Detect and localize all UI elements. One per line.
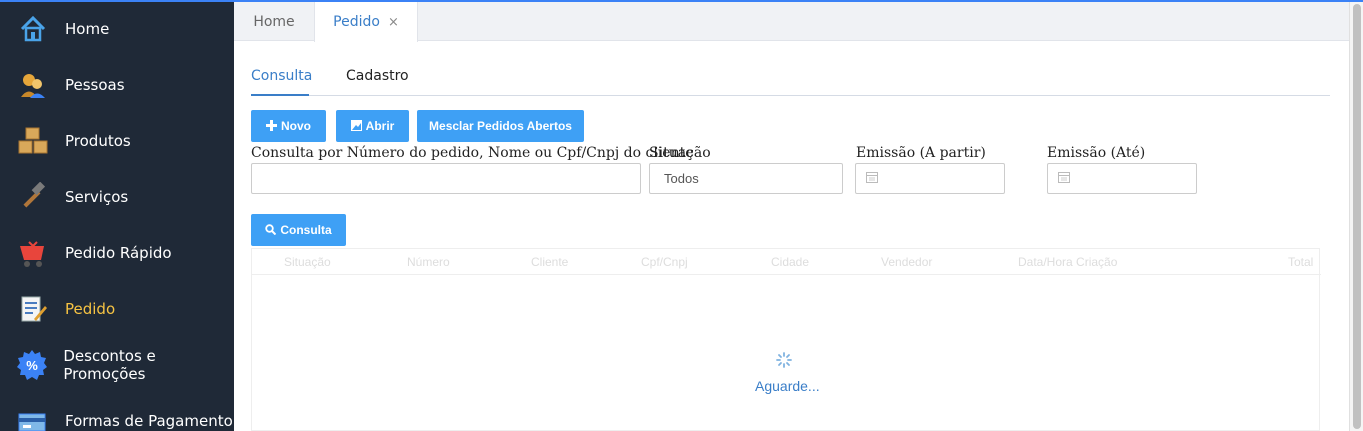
sidebar-item-label: Home [65,20,110,38]
column-header-vendedor: Vendedor [881,255,933,269]
consulta-button-label: Consulta [280,223,332,237]
sidebar-item-formas-pagamento[interactable]: Formas de Pagamento [0,393,234,431]
boxes-icon [16,124,50,158]
sidebar-item-home[interactable]: Home [0,1,234,57]
tab-bar: Home Pedido × [234,2,1349,42]
emissao-to-field[interactable] [1047,163,1197,194]
tab-pedido[interactable]: Pedido × [314,2,418,42]
sidebar-item-pessoas[interactable]: Pessoas [0,57,234,113]
subtabs: Consulta Cadastro [251,62,1330,96]
sidebar-item-pedido-rapido[interactable]: Pedido Rápido [0,225,234,281]
search-icon [265,223,277,238]
hammer-icon [16,180,50,214]
people-icon [16,68,50,102]
sidebar-item-label: Serviços [65,188,129,206]
sidebar-item-label: Descontos e Promoções [63,347,156,383]
tab-home[interactable]: Home [234,2,314,41]
column-header-situacao: Situação [284,255,331,269]
column-header-cpf-cnpj: Cpf/Cnpj [641,255,688,269]
tab-pedido-label: Pedido [333,14,380,30]
novo-button[interactable]: Novo [251,110,326,142]
sidebar-item-label: Produtos [65,132,131,150]
column-header-cidade: Cidade [771,255,810,269]
column-header-total: Total [1288,255,1314,269]
document-edit-icon [16,292,50,326]
column-header-data-hora: Data/Hora Criação [1018,255,1118,269]
sidebar-item-label: Pedido [65,300,116,318]
consulta-button[interactable]: Consulta [251,214,346,246]
novo-button-label: Novo [281,119,311,133]
loading-spinner-icon [776,352,792,371]
mesclar-button-label: Mesclar Pedidos Abertos [429,119,572,133]
sidebar-item-servicos[interactable]: Serviços [0,169,234,225]
scrollbar-thumb[interactable] [1353,4,1361,429]
abrir-button[interactable]: Abrir [336,110,409,142]
cart-icon [16,236,50,270]
close-icon[interactable]: × [388,15,399,30]
column-header-numero: Número [407,255,450,269]
sidebar-item-produtos[interactable]: Produtos [0,113,234,169]
main-content: Home Pedido × Consulta Cadastro Novo Abr… [234,0,1363,431]
emissao-to-label: Emissão (Até) [1047,145,1146,161]
image-icon [350,119,362,134]
emissao-from-label: Emissão (A partir) [856,145,986,161]
calendar-icon [866,171,878,186]
search-input[interactable] [251,163,641,194]
sidebar-item-pedido[interactable]: Pedido [0,281,234,337]
vertical-scrollbar[interactable] [1349,2,1363,431]
situacao-label: Situação [649,145,711,161]
results-grid: Situação Número Cliente Cpf/Cnpj Cidade … [251,248,1321,431]
sidebar-item-descontos[interactable]: % Descontos e Promoções [0,337,234,393]
situacao-select-value: Todos [664,171,699,186]
sidebar: Home Pessoas Produtos Serviços Pedido Rá… [0,0,234,431]
situacao-select[interactable]: Todos [649,163,843,194]
sidebar-item-label: Formas de Pagamento [65,412,233,430]
tab-home-label: Home [253,13,295,30]
discount-icon: % [16,348,48,382]
home-icon [16,12,50,46]
search-field-label: Consulta por Número do pedido, Nome ou C… [251,145,694,161]
grid-header: Situação Número Cliente Cpf/Cnpj Cidade … [252,249,1321,275]
subtab-cadastro-label: Cadastro [346,68,409,84]
subtab-consulta-label: Consulta [251,68,313,84]
calendar-icon [1058,171,1070,186]
plus-icon [266,119,277,134]
sidebar-item-label: Pessoas [65,76,125,94]
loading-text: Aguarde... [755,378,820,394]
column-header-cliente: Cliente [531,255,569,269]
sidebar-item-label: Pedido Rápido [65,244,172,262]
subtab-cadastro[interactable]: Cadastro [346,62,409,96]
subtab-consulta[interactable]: Consulta [251,62,313,96]
abrir-button-label: Abrir [365,119,395,133]
payment-card-icon [16,404,50,431]
mesclar-pedidos-button[interactable]: Mesclar Pedidos Abertos [417,110,584,142]
svg-text:%: % [26,358,38,373]
emissao-from-field[interactable] [855,163,1005,194]
